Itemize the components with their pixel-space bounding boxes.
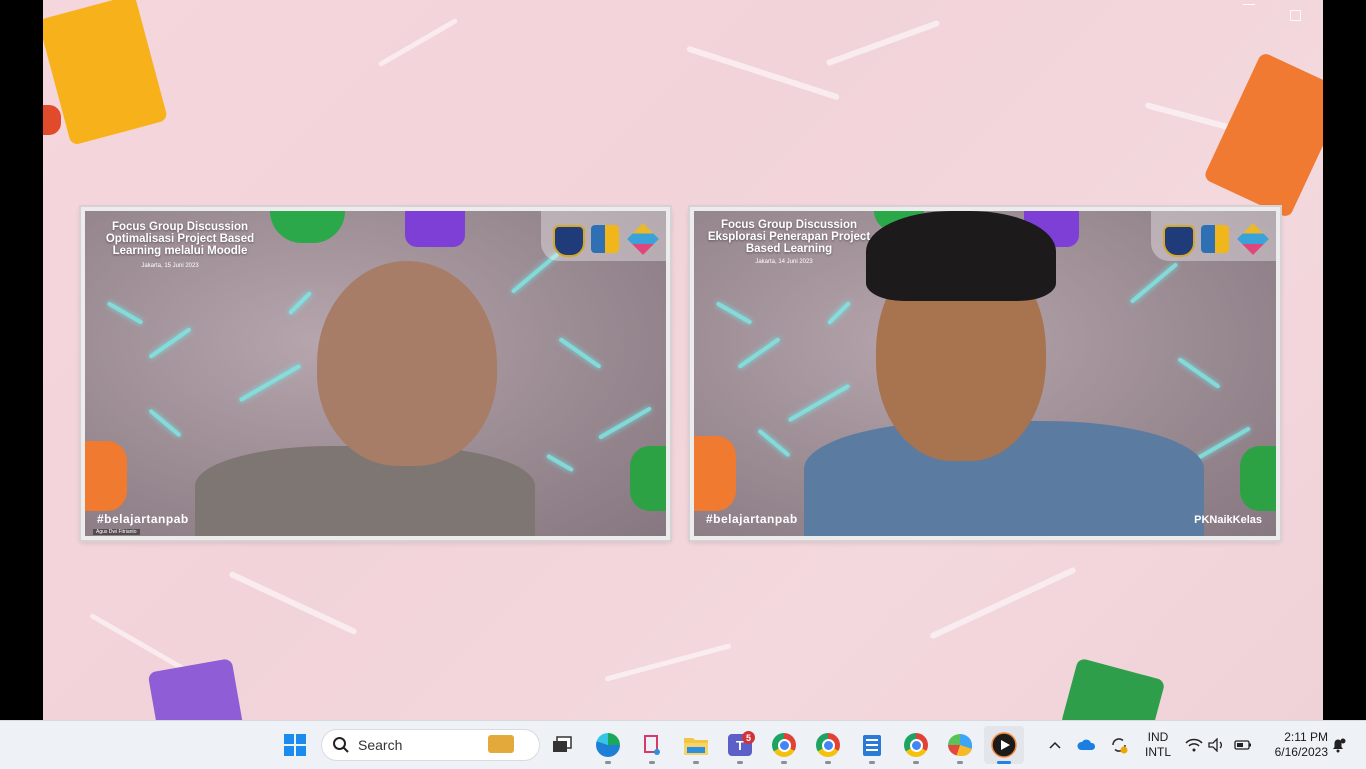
running-indicator bbox=[649, 761, 655, 764]
participant-hair bbox=[866, 211, 1056, 301]
search-placeholder: Search bbox=[358, 737, 403, 753]
show-hidden-icons-button[interactable] bbox=[1039, 729, 1071, 761]
background-line bbox=[604, 643, 732, 682]
orange-puzzle-piece bbox=[1202, 51, 1323, 219]
session-title: Focus Group Discussion Optimalisasi Proj… bbox=[105, 221, 255, 257]
notepad-icon bbox=[863, 735, 881, 756]
session-title: Focus Group Discussion Eksplorasi Penera… bbox=[707, 219, 871, 255]
video-feed: Focus Group Discussion Optimalisasi Proj… bbox=[85, 211, 666, 536]
search-box[interactable]: Search bbox=[321, 729, 540, 761]
search-icon bbox=[333, 737, 349, 753]
background-line bbox=[377, 17, 459, 68]
chevron-up-icon bbox=[1049, 741, 1061, 749]
speaker-icon bbox=[1208, 738, 1222, 752]
start-button[interactable] bbox=[279, 729, 311, 761]
kemenkeu-logo-icon bbox=[553, 225, 585, 257]
chrome-profile-button[interactable] bbox=[768, 729, 800, 761]
minimize-button[interactable] bbox=[1243, 4, 1255, 5]
clock[interactable]: 2:11 PM 6/16/2023 bbox=[1262, 730, 1328, 760]
briefcase-icon bbox=[488, 735, 514, 753]
running-indicator bbox=[913, 761, 919, 764]
green-puzzle-decoration bbox=[630, 446, 666, 511]
bppk-logo-icon bbox=[1201, 225, 1229, 253]
background-line bbox=[825, 19, 941, 67]
windows-logo-icon bbox=[284, 734, 306, 756]
paint-app-button[interactable] bbox=[944, 729, 976, 761]
running-indicator bbox=[869, 761, 875, 764]
yellow-puzzle-piece bbox=[43, 0, 169, 146]
running-indicator bbox=[605, 761, 611, 764]
restore-button[interactable] bbox=[1290, 10, 1301, 21]
participant-name: Agus Dwi Fitrianto bbox=[93, 529, 140, 535]
klc-logo-icon bbox=[1237, 223, 1269, 255]
hashtag-label: #belajartanpab bbox=[97, 512, 189, 526]
battery-icon bbox=[1234, 740, 1251, 750]
hashtag-right-label: PKNaikKelas bbox=[1194, 514, 1262, 526]
session-date: Jakarta, 14 Juni 2023 bbox=[755, 259, 813, 265]
battery-button[interactable] bbox=[1227, 729, 1259, 761]
running-indicator bbox=[737, 761, 743, 764]
notepad-app-button[interactable] bbox=[856, 729, 888, 761]
background-line bbox=[929, 566, 1077, 640]
participant-head bbox=[317, 261, 497, 466]
session-date: Jakarta, 15 Juni 2023 bbox=[141, 263, 199, 269]
task-view-icon bbox=[553, 736, 572, 752]
logo-strip bbox=[541, 211, 666, 261]
bppk-logo-icon bbox=[591, 225, 619, 253]
chrome-icon bbox=[772, 733, 796, 757]
purple-puzzle-decoration bbox=[405, 211, 465, 247]
chrome-profile-button[interactable] bbox=[812, 729, 844, 761]
sync-button[interactable] bbox=[1103, 729, 1135, 761]
active-indicator bbox=[997, 761, 1011, 764]
hashtag-label: #belajartanpab bbox=[706, 512, 798, 526]
chrome-icon bbox=[904, 733, 928, 757]
notification-badge: 5 bbox=[742, 731, 755, 744]
onedrive-button[interactable] bbox=[1071, 729, 1103, 761]
purple-puzzle-piece bbox=[147, 658, 244, 720]
participant-tile[interactable]: Focus Group Discussion Optimalisasi Proj… bbox=[81, 207, 670, 540]
chrome-profile-button[interactable] bbox=[900, 729, 932, 761]
play-icon bbox=[991, 732, 1017, 758]
task-view-button[interactable] bbox=[546, 729, 578, 761]
participant-body bbox=[195, 446, 535, 536]
paint-palette-icon bbox=[948, 734, 972, 756]
input-language-indicator[interactable]: IND INTL bbox=[1140, 730, 1176, 760]
green-puzzle-decoration bbox=[1240, 446, 1276, 511]
running-indicator bbox=[957, 761, 963, 764]
snipping-tool-button[interactable] bbox=[636, 729, 668, 761]
video-feed: Focus Group Discussion Eksplorasi Penera… bbox=[694, 211, 1276, 536]
chrome-icon bbox=[816, 733, 840, 757]
orange-puzzle-decoration bbox=[85, 441, 127, 511]
green-puzzle-piece bbox=[1060, 657, 1166, 720]
running-indicator bbox=[781, 761, 787, 764]
sync-icon bbox=[1112, 738, 1128, 754]
klc-logo-icon bbox=[627, 223, 659, 255]
notification-center-button[interactable] bbox=[1326, 729, 1350, 761]
background-line bbox=[228, 570, 358, 636]
edge-app-button[interactable] bbox=[592, 729, 624, 761]
red-puzzle-piece bbox=[43, 105, 61, 135]
clock-date: 6/16/2023 bbox=[1274, 745, 1328, 759]
green-bubble-decoration bbox=[270, 211, 345, 243]
running-indicator bbox=[825, 761, 831, 764]
background-line bbox=[685, 45, 841, 101]
edge-icon bbox=[596, 733, 620, 757]
folder-icon bbox=[684, 738, 708, 755]
teams-icon: T 5 bbox=[728, 731, 755, 756]
video-stage: ✕ Focus Group Discussion Optimalisasi Pr… bbox=[43, 0, 1323, 720]
participant-tile[interactable]: Focus Group Discussion Eksplorasi Penera… bbox=[690, 207, 1280, 540]
scissors-icon bbox=[644, 735, 660, 755]
file-explorer-button[interactable] bbox=[680, 729, 712, 761]
clock-time: 2:11 PM bbox=[1284, 730, 1328, 744]
logo-strip bbox=[1151, 211, 1276, 261]
taskbar: Search T 5 IND INTL 2:11 PM 6/16/2023 bbox=[0, 720, 1366, 769]
orange-puzzle-decoration bbox=[694, 436, 736, 511]
teams-app-button[interactable]: T 5 bbox=[724, 729, 756, 761]
kemenkeu-logo-icon bbox=[1163, 225, 1195, 257]
cloud-icon bbox=[1077, 739, 1096, 750]
media-player-button[interactable] bbox=[984, 726, 1024, 764]
running-indicator bbox=[693, 761, 699, 764]
bell-icon bbox=[1333, 738, 1346, 753]
background-line bbox=[89, 612, 187, 673]
